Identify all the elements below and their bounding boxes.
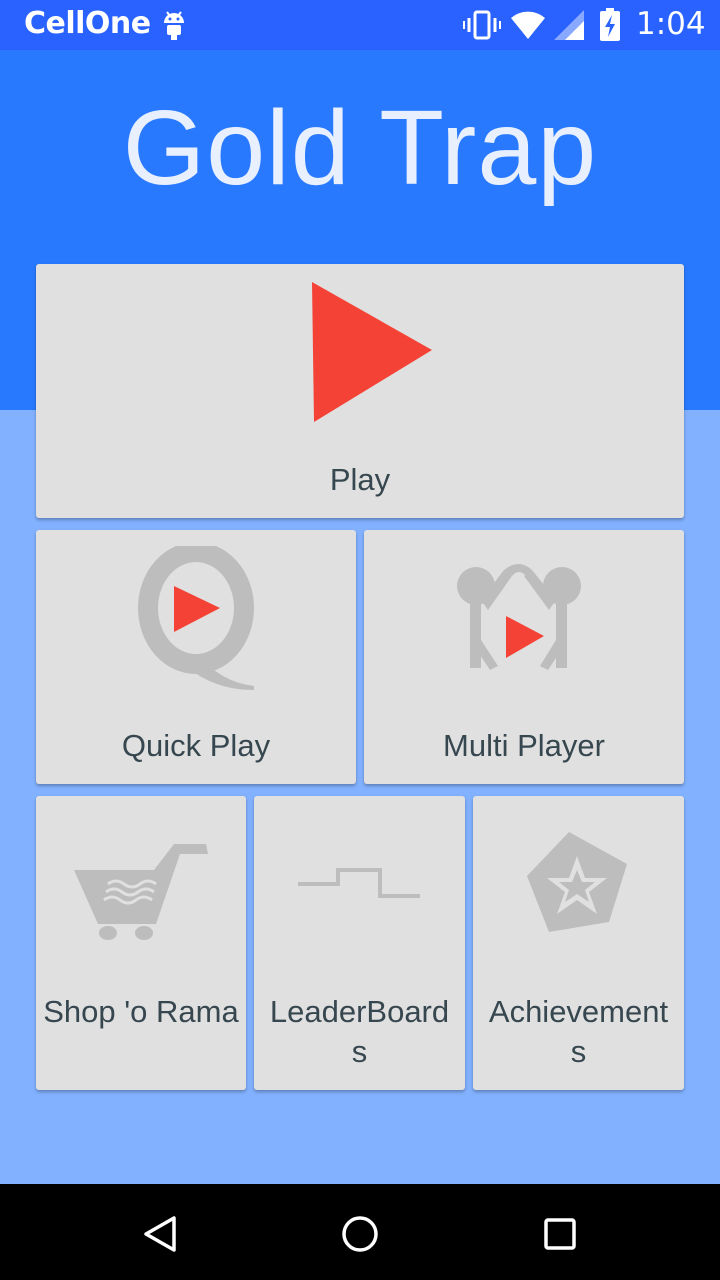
- quick-play-button[interactable]: Quick Play: [36, 530, 356, 784]
- play-icon: [310, 280, 434, 428]
- recents-icon[interactable]: [540, 1214, 580, 1258]
- status-bar: CellOne 1:04: [0, 0, 720, 50]
- carrier-name: CellOne: [24, 6, 151, 41]
- navigation-bar: [0, 1184, 720, 1280]
- shop-button[interactable]: Shop 'o Rama: [36, 796, 246, 1090]
- achievements-star-icon: [525, 830, 633, 942]
- leaderboards-label: LeaderBoard s: [254, 992, 465, 1072]
- quick-play-icon: [136, 542, 256, 696]
- shopping-cart-icon: [74, 840, 208, 944]
- achievements-label: Achievement s: [473, 992, 684, 1072]
- home-icon[interactable]: [340, 1214, 380, 1258]
- clock: 1:04: [636, 6, 706, 42]
- multi-player-icon: [454, 562, 584, 676]
- multi-player-label: Multi Player: [443, 728, 605, 763]
- play-label: Play: [329, 462, 391, 497]
- back-icon[interactable]: [140, 1214, 180, 1258]
- app-title: Gold Trap: [122, 89, 598, 207]
- achievements-label-line2: s: [570, 1034, 587, 1069]
- multi-player-button[interactable]: Multi Player: [364, 530, 684, 784]
- android-icon: [161, 9, 187, 45]
- battery-charging-icon: [599, 8, 621, 46]
- achievements-label-line1: Achievement: [488, 994, 669, 1029]
- leaderboards-button[interactable]: LeaderBoard s: [254, 796, 465, 1090]
- play-button[interactable]: Play: [36, 264, 684, 518]
- leaderboards-label-line2: s: [351, 1034, 368, 1069]
- shop-label: Shop 'o Rama: [43, 994, 239, 1029]
- achievements-button[interactable]: Achievement s: [473, 796, 684, 1090]
- quick-play-label: Quick Play: [121, 728, 271, 763]
- vibrate-icon: [463, 9, 501, 45]
- signal-icon: [553, 9, 585, 45]
- wifi-icon: [510, 9, 546, 45]
- leaderboard-icon: [296, 866, 422, 910]
- leaderboards-label-line1: LeaderBoard: [269, 994, 450, 1029]
